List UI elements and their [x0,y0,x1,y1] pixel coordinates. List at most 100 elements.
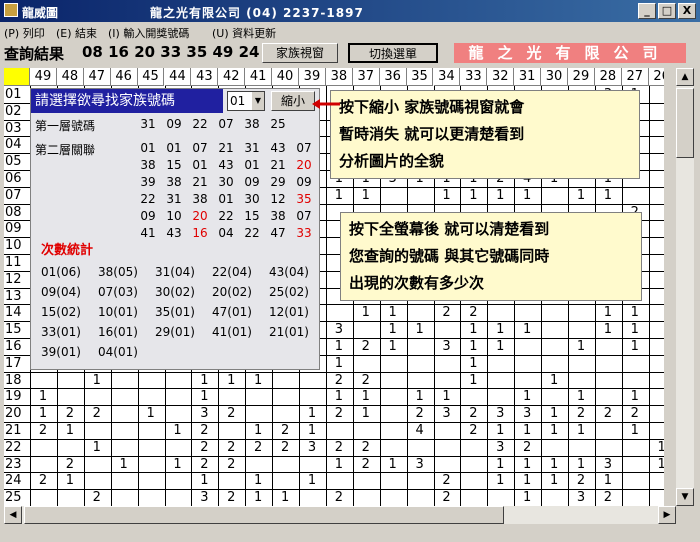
scroll-up-icon[interactable]: ▲ [676,68,694,86]
stat-entry: 33(01) [41,325,81,339]
layer2-number: 43 [218,158,234,172]
grid-cell: 2 [65,456,75,472]
grid-cell: 2 [65,406,75,422]
grid-header: 29 [568,68,595,86]
grid-cell: 1 [523,490,532,506]
grid-cell: 1 [334,339,344,354]
grid-cell: 3 [307,439,317,455]
grid-cell: 1 [307,423,317,438]
grid-cell: 1 [603,473,613,489]
grid-cell: 3 [603,456,613,472]
grid-cell: 1 [576,389,586,405]
menu-update-data[interactable]: (U) 資料更新 [212,25,276,41]
grid-cell: 2 [334,406,344,422]
shrink-button[interactable]: 縮小 [271,91,315,111]
layer1-label: 第一層號碼 [35,119,96,133]
menu-print[interactable]: (P) 列印 [4,25,45,41]
grid-cell: 2 [576,473,586,489]
grid-cell: 1 [361,389,370,405]
layer1-number: 38 [244,117,260,131]
layer1-number: 31 [140,117,156,131]
layer2-number: 29 [270,175,286,189]
grid-cell: 1 [469,372,478,388]
grid-cell: 3 [496,439,505,455]
layer2-number: 07 [296,141,312,155]
horizontal-scrollbar[interactable]: ◀ ▶ [4,506,676,524]
grid-cell: 1 [146,406,155,422]
layer2-number: 16 [192,226,208,240]
grid-cell: 1 [361,187,370,203]
layer2-number: 01 [166,141,182,155]
grid-cell: 1 [38,389,48,405]
layer2-number: 09 [296,175,312,189]
grid-cell: 3 [415,456,424,472]
layer2-number: 09 [140,209,156,223]
grid-cell: 2 [280,423,290,438]
grid-cell: 1 [549,473,559,489]
grid-header: 35 [406,68,434,86]
grid-row-label: 11 [5,255,22,270]
grid-header: 27 [621,68,649,86]
grid-cell: 1 [523,389,532,405]
scroll-down-icon[interactable]: ▼ [676,488,694,506]
query-label: 查詢結果 [4,45,65,63]
grid-cell: 1 [200,372,209,388]
menu-input-numbers[interactable]: (I) 輸入開獎號碼 [108,25,189,41]
grid-header: 32 [487,68,515,86]
grid-cell: 1 [361,406,370,422]
arrow-icon [312,99,340,109]
layer2-number: 21 [270,158,286,172]
layer2-number: 35 [296,192,312,206]
grid-cell: 2 [280,439,290,455]
grid-cell: 1 [496,322,505,338]
grid-cell: 2 [227,490,236,506]
grid-row-label: 20 [5,406,22,422]
stats-title: 次數統計 [41,243,94,258]
grid-cell: 2 [630,406,639,422]
scroll-thumb[interactable] [676,88,694,158]
close-button[interactable]: X [678,3,696,19]
family-number-select[interactable]: 01 ▼ [227,91,265,111]
stat-entry: 09(04) [41,285,81,299]
grid-cell: 1 [254,423,263,438]
switch-menu-button[interactable]: 切換選單 [348,43,438,63]
menu-bar: (P) 列印 (E) 結束 (I) 輸入開獎號碼 (U) 資料更新 [0,22,700,40]
stat-entry: 25(02) [269,285,309,299]
chevron-down-icon[interactable]: ▼ [252,92,264,110]
grid-cell: 1 [415,322,424,338]
grid-cell: 1 [307,406,317,422]
layer2-number: 33 [296,226,312,240]
minimize-button[interactable]: _ [638,3,656,19]
maximize-button[interactable]: □ [658,3,676,19]
layer2-number: 22 [218,209,234,223]
layer2-number: 31 [166,192,182,206]
stat-entry: 30(02) [155,285,195,299]
grid-row-label: 07 [5,187,22,203]
grid-cell: 1 [334,187,344,203]
grid-row-label: 05 [5,154,22,170]
stat-entry: 22(04) [212,265,252,279]
vertical-scrollbar[interactable]: ▲ ▼ [676,68,694,506]
grid-cell: 2 [469,423,478,438]
grid-cell: 2 [523,439,532,455]
layer2-number: 10 [166,209,182,223]
scroll-left-icon[interactable]: ◀ [4,506,22,524]
grid-header: 31 [514,68,542,86]
grid-row-label: 23 [5,456,22,472]
grid-cell: 3 [334,322,344,338]
grid-cell: 1 [496,456,505,472]
grid-header: 33 [460,68,488,86]
scroll-right-icon[interactable]: ▶ [658,506,676,524]
grid-header: 41 [245,68,273,86]
stat-entry: 10(01) [98,305,138,319]
grid-cell: 2 [200,439,209,455]
grid-cell: 2 [361,439,370,455]
note-line: 您查詢的號碼 與其它號碼同時 [349,247,550,265]
hscroll-thumb[interactable] [24,506,504,524]
grid-cell: 1 [496,339,505,354]
layer2-number: 01 [218,192,234,206]
menu-exit[interactable]: (E) 結束 [56,25,97,41]
title-bar: 龍威圖 龍之光有限公司 (04) 2237-1897 _ □ X [0,0,700,22]
family-window-button[interactable]: 家族視窗 [262,43,338,63]
grid-cell: 2 [227,456,236,472]
